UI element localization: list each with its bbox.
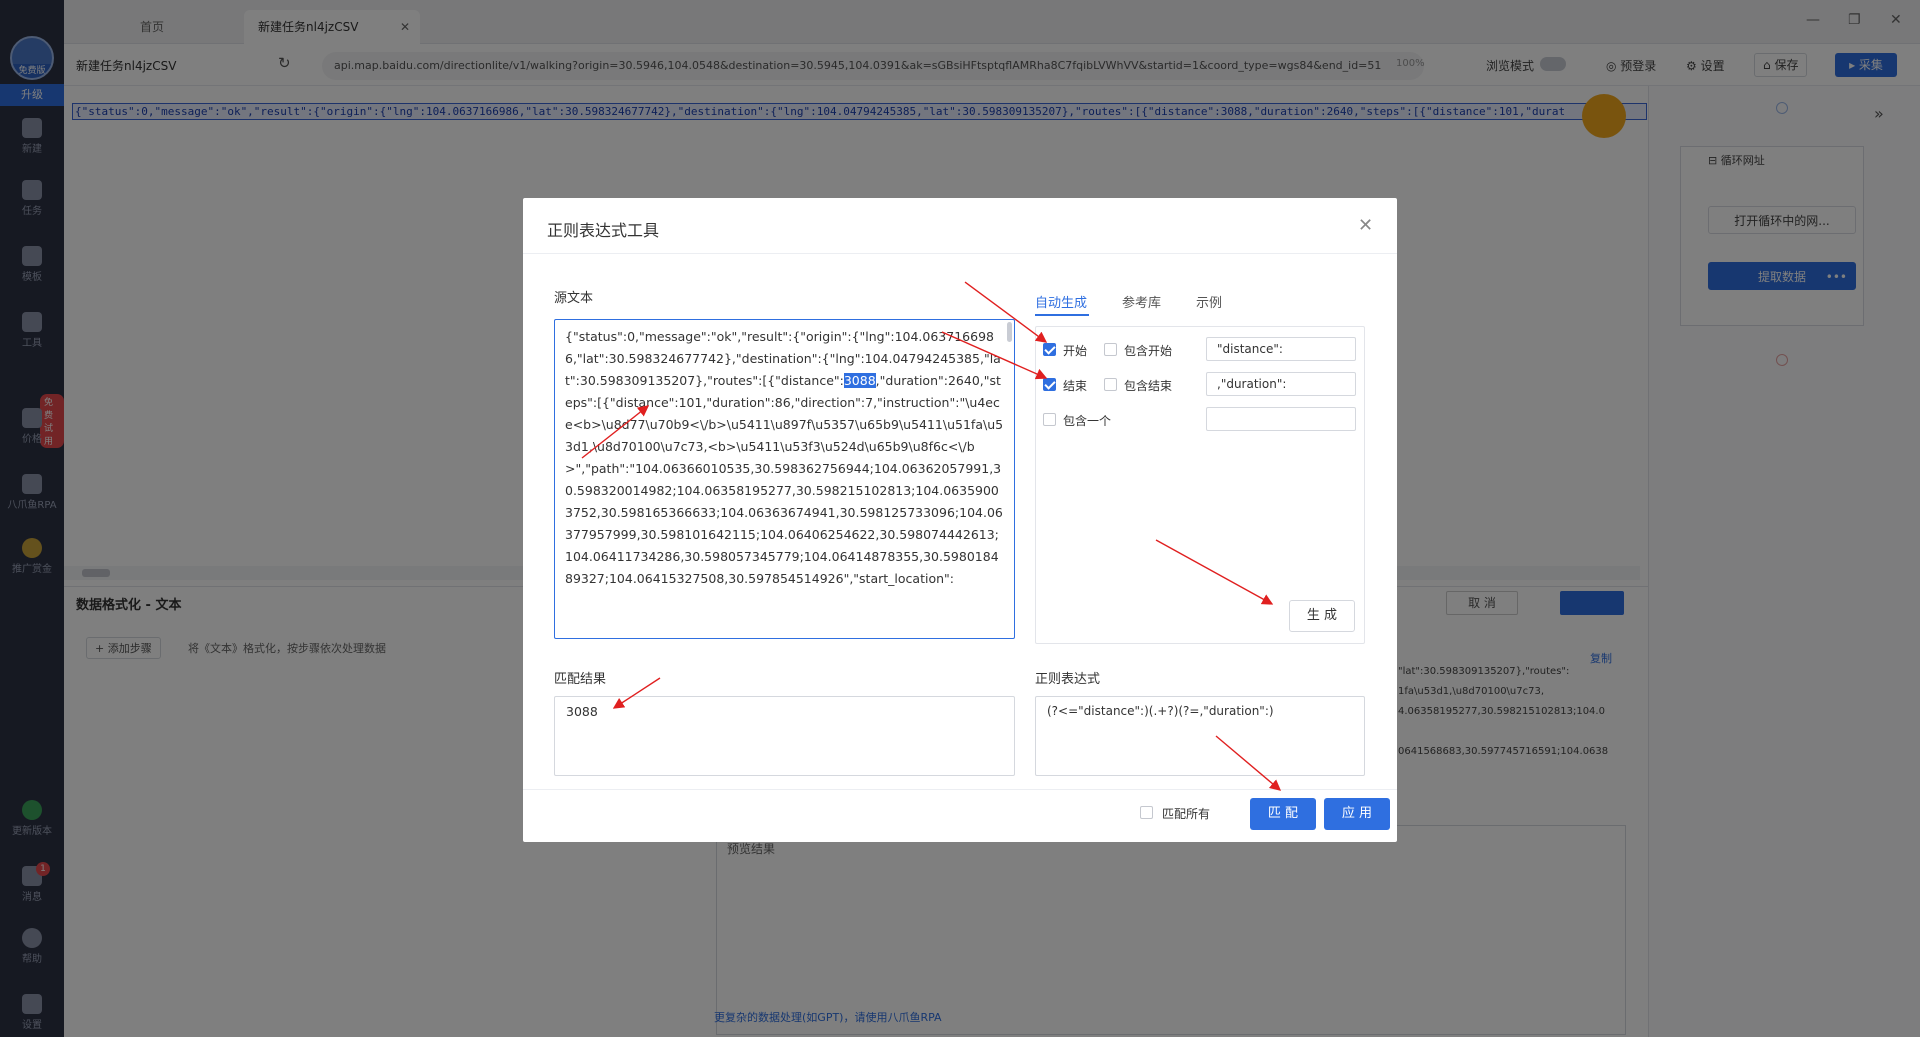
- dialog-title: 正则表达式工具: [547, 221, 660, 240]
- regex-label: 正则表达式: [1035, 672, 1101, 687]
- end-label: 结束: [1063, 379, 1088, 393]
- end-text-input[interactable]: ,"duration":: [1206, 372, 1356, 396]
- start-text-input[interactable]: "distance":: [1206, 337, 1356, 361]
- source-text-selection: 3088: [843, 373, 876, 388]
- match-all-checkbox[interactable]: [1140, 806, 1153, 819]
- dialog-divider: [523, 253, 1397, 254]
- match-result-label: 匹配结果: [554, 672, 607, 687]
- include-one-checkbox[interactable]: [1043, 413, 1056, 426]
- generate-button[interactable]: 生 成: [1289, 600, 1355, 632]
- include-one-label: 包含一个: [1063, 414, 1112, 428]
- start-checkbox[interactable]: [1043, 343, 1056, 356]
- source-text-label: 源文本: [554, 291, 594, 306]
- include-start-checkbox[interactable]: [1104, 343, 1117, 356]
- include-one-input[interactable]: [1206, 407, 1356, 431]
- tab-auto-generate[interactable]: 自动生成: [1035, 292, 1087, 311]
- source-scrollbar[interactable]: [1007, 322, 1012, 342]
- end-checkbox[interactable]: [1043, 378, 1056, 391]
- tab-examples[interactable]: 示例: [1196, 292, 1222, 311]
- source-text-after: ,"duration":2640,"steps":[{"distance":10…: [565, 373, 1004, 586]
- match-all-label: 匹配所有: [1162, 807, 1211, 821]
- tab-reference-library[interactable]: 参考库: [1122, 292, 1161, 311]
- include-start-label: 包含开始: [1124, 344, 1173, 358]
- start-label: 开始: [1063, 344, 1088, 358]
- include-end-checkbox[interactable]: [1104, 378, 1117, 391]
- active-tab-indicator: [1035, 314, 1089, 316]
- include-end-label: 包含结束: [1124, 379, 1173, 393]
- dialog-footer-divider: [523, 789, 1397, 790]
- apply-button[interactable]: 应 用: [1324, 798, 1390, 830]
- source-text-area[interactable]: {"status":0,"message":"ok","result":{"or…: [554, 319, 1015, 639]
- match-button[interactable]: 匹 配: [1250, 798, 1316, 830]
- match-result-box[interactable]: 3088: [554, 696, 1015, 776]
- close-icon[interactable]: ✕: [1358, 215, 1373, 236]
- regex-input[interactable]: (?<="distance":)(.+?)(?=,"duration":): [1035, 696, 1365, 776]
